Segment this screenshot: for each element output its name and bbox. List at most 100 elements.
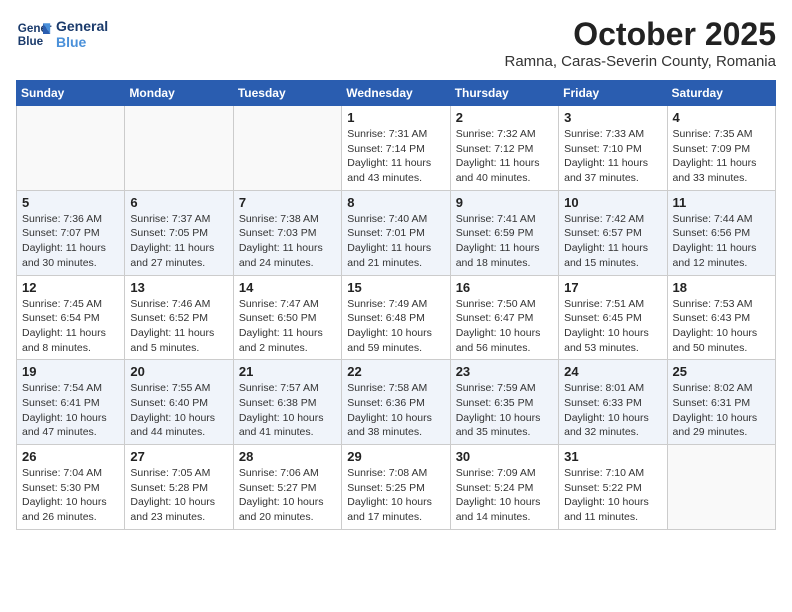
day-number: 1 <box>347 110 444 125</box>
calendar-week-row: 12Sunrise: 7:45 AM Sunset: 6:54 PM Dayli… <box>17 275 776 360</box>
svg-text:Blue: Blue <box>18 35 44 48</box>
calendar-cell: 19 Sunrise: 7:54 AM Sunset: 6:41 PM Dayli… <box>17 360 125 445</box>
day-number: 10 <box>564 195 661 210</box>
calendar-cell: 9 Sunrise: 7:41 AM Sunset: 6:59 PM Daylig… <box>450 190 558 275</box>
day-number: 29 <box>347 449 444 464</box>
calendar-cell: 15 Sunrise: 7:49 AM Sunset: 6:48 PM Dayli… <box>342 275 450 360</box>
calendar-cell: 30 Sunrise: 7:09 AM Sunset: 5:24 PM Dayli… <box>450 445 558 530</box>
calendar-week-row: 26Sunrise: 7:04 AM Sunset: 5:30 PM Dayli… <box>17 445 776 530</box>
calendar-cell: 27 Sunrise: 7:05 AM Sunset: 5:28 PM Dayli… <box>125 445 233 530</box>
day-number: 19 <box>22 364 119 379</box>
day-number: 30 <box>456 449 553 464</box>
day-info: Sunrise: 7:57 AM Sunset: 6:38 PM Dayligh… <box>239 381 336 440</box>
day-info: Sunrise: 7:55 AM Sunset: 6:40 PM Dayligh… <box>130 381 227 440</box>
day-number: 5 <box>22 195 119 210</box>
calendar-week-row: 1 Sunrise: 7:31 AM Sunset: 7:14 PM Daylig… <box>17 106 776 191</box>
calendar-cell: 17 Sunrise: 7:51 AM Sunset: 6:45 PM Dayli… <box>559 275 667 360</box>
day-info: Sunrise: 7:33 AM Sunset: 7:10 PM Dayligh… <box>564 127 661 186</box>
day-info: Sunrise: 7:09 AM Sunset: 5:24 PM Dayligh… <box>456 466 553 525</box>
day-info: Sunrise: 7:50 AM Sunset: 6:47 PM Dayligh… <box>456 297 553 356</box>
day-number: 4 <box>673 110 770 125</box>
day-info: Sunrise: 7:05 AM Sunset: 5:28 PM Dayligh… <box>130 466 227 525</box>
day-number: 18 <box>673 280 770 295</box>
calendar-cell: 1 Sunrise: 7:31 AM Sunset: 7:14 PM Daylig… <box>342 106 450 191</box>
day-info: Sunrise: 7:06 AM Sunset: 5:27 PM Dayligh… <box>239 466 336 525</box>
day-number: 14 <box>239 280 336 295</box>
day-number: 16 <box>456 280 553 295</box>
calendar-cell: 3 Sunrise: 7:33 AM Sunset: 7:10 PM Daylig… <box>559 106 667 191</box>
calendar-cell: 25Sunrise: 8:02 AM Sunset: 6:31 PM Dayli… <box>667 360 775 445</box>
calendar-cell: 16 Sunrise: 7:50 AM Sunset: 6:47 PM Dayli… <box>450 275 558 360</box>
calendar-cell <box>17 106 125 191</box>
day-number: 27 <box>130 449 227 464</box>
logo-blue: Blue <box>56 34 108 50</box>
day-info: Sunrise: 7:38 AM Sunset: 7:03 PM Dayligh… <box>239 212 336 271</box>
calendar-cell: 14 Sunrise: 7:47 AM Sunset: 6:50 PM Dayli… <box>233 275 341 360</box>
weekday-header: Thursday <box>450 81 558 106</box>
day-info: Sunrise: 7:53 AM Sunset: 6:43 PM Dayligh… <box>673 297 770 356</box>
calendar-cell: 22 Sunrise: 7:58 AM Sunset: 6:36 PM Dayli… <box>342 360 450 445</box>
calendar-cell: 6 Sunrise: 7:37 AM Sunset: 7:05 PM Daylig… <box>125 190 233 275</box>
calendar-cell: 12Sunrise: 7:45 AM Sunset: 6:54 PM Dayli… <box>17 275 125 360</box>
weekday-header-row: SundayMondayTuesdayWednesdayThursdayFrid… <box>17 81 776 106</box>
day-number: 8 <box>347 195 444 210</box>
day-number: 22 <box>347 364 444 379</box>
weekday-header: Friday <box>559 81 667 106</box>
calendar-cell: 7 Sunrise: 7:38 AM Sunset: 7:03 PM Daylig… <box>233 190 341 275</box>
day-number: 3 <box>564 110 661 125</box>
weekday-header: Monday <box>125 81 233 106</box>
weekday-header: Sunday <box>17 81 125 106</box>
weekday-header: Wednesday <box>342 81 450 106</box>
day-number: 23 <box>456 364 553 379</box>
day-info: Sunrise: 7:31 AM Sunset: 7:14 PM Dayligh… <box>347 127 444 186</box>
weekday-header: Saturday <box>667 81 775 106</box>
day-info: Sunrise: 7:51 AM Sunset: 6:45 PM Dayligh… <box>564 297 661 356</box>
day-number: 28 <box>239 449 336 464</box>
calendar-cell: 11Sunrise: 7:44 AM Sunset: 6:56 PM Dayli… <box>667 190 775 275</box>
day-info: Sunrise: 7:10 AM Sunset: 5:22 PM Dayligh… <box>564 466 661 525</box>
calendar-cell <box>667 445 775 530</box>
day-info: Sunrise: 7:49 AM Sunset: 6:48 PM Dayligh… <box>347 297 444 356</box>
calendar-cell: 24 Sunrise: 8:01 AM Sunset: 6:33 PM Dayli… <box>559 360 667 445</box>
day-number: 17 <box>564 280 661 295</box>
calendar-week-row: 19 Sunrise: 7:54 AM Sunset: 6:41 PM Dayli… <box>17 360 776 445</box>
day-number: 6 <box>130 195 227 210</box>
day-info: Sunrise: 7:32 AM Sunset: 7:12 PM Dayligh… <box>456 127 553 186</box>
calendar-cell: 23 Sunrise: 7:59 AM Sunset: 6:35 PM Dayli… <box>450 360 558 445</box>
day-number: 11 <box>673 195 770 210</box>
day-info: Sunrise: 7:46 AM Sunset: 6:52 PM Dayligh… <box>130 297 227 356</box>
calendar-week-row: 5Sunrise: 7:36 AM Sunset: 7:07 PM Daylig… <box>17 190 776 275</box>
calendar-cell: 10 Sunrise: 7:42 AM Sunset: 6:57 PM Dayli… <box>559 190 667 275</box>
day-number: 26 <box>22 449 119 464</box>
day-number: 9 <box>456 195 553 210</box>
day-info: Sunrise: 7:08 AM Sunset: 5:25 PM Dayligh… <box>347 466 444 525</box>
calendar-cell: 2 Sunrise: 7:32 AM Sunset: 7:12 PM Daylig… <box>450 106 558 191</box>
title-area: October 2025 Ramna, Caras-Severin County… <box>504 16 776 70</box>
day-number: 7 <box>239 195 336 210</box>
calendar-cell: 21 Sunrise: 7:57 AM Sunset: 6:38 PM Dayli… <box>233 360 341 445</box>
logo-icon: General Blue <box>16 16 52 52</box>
day-info: Sunrise: 7:54 AM Sunset: 6:41 PM Dayligh… <box>22 381 119 440</box>
month-title: October 2025 <box>504 16 776 53</box>
day-info: Sunrise: 7:42 AM Sunset: 6:57 PM Dayligh… <box>564 212 661 271</box>
day-number: 12 <box>22 280 119 295</box>
day-number: 21 <box>239 364 336 379</box>
day-number: 25 <box>673 364 770 379</box>
day-info: Sunrise: 7:58 AM Sunset: 6:36 PM Dayligh… <box>347 381 444 440</box>
day-info: Sunrise: 7:59 AM Sunset: 6:35 PM Dayligh… <box>456 381 553 440</box>
day-info: Sunrise: 7:40 AM Sunset: 7:01 PM Dayligh… <box>347 212 444 271</box>
day-number: 2 <box>456 110 553 125</box>
day-info: Sunrise: 8:01 AM Sunset: 6:33 PM Dayligh… <box>564 381 661 440</box>
day-info: Sunrise: 7:37 AM Sunset: 7:05 PM Dayligh… <box>130 212 227 271</box>
day-number: 15 <box>347 280 444 295</box>
calendar-cell: 5Sunrise: 7:36 AM Sunset: 7:07 PM Daylig… <box>17 190 125 275</box>
day-info: Sunrise: 7:41 AM Sunset: 6:59 PM Dayligh… <box>456 212 553 271</box>
day-number: 24 <box>564 364 661 379</box>
calendar-cell: 28 Sunrise: 7:06 AM Sunset: 5:27 PM Dayli… <box>233 445 341 530</box>
logo-general: General <box>56 18 108 34</box>
calendar-cell: 13 Sunrise: 7:46 AM Sunset: 6:52 PM Dayli… <box>125 275 233 360</box>
logo: General Blue General Blue <box>16 16 108 52</box>
day-info: Sunrise: 7:47 AM Sunset: 6:50 PM Dayligh… <box>239 297 336 356</box>
day-number: 13 <box>130 280 227 295</box>
calendar-cell: 26Sunrise: 7:04 AM Sunset: 5:30 PM Dayli… <box>17 445 125 530</box>
